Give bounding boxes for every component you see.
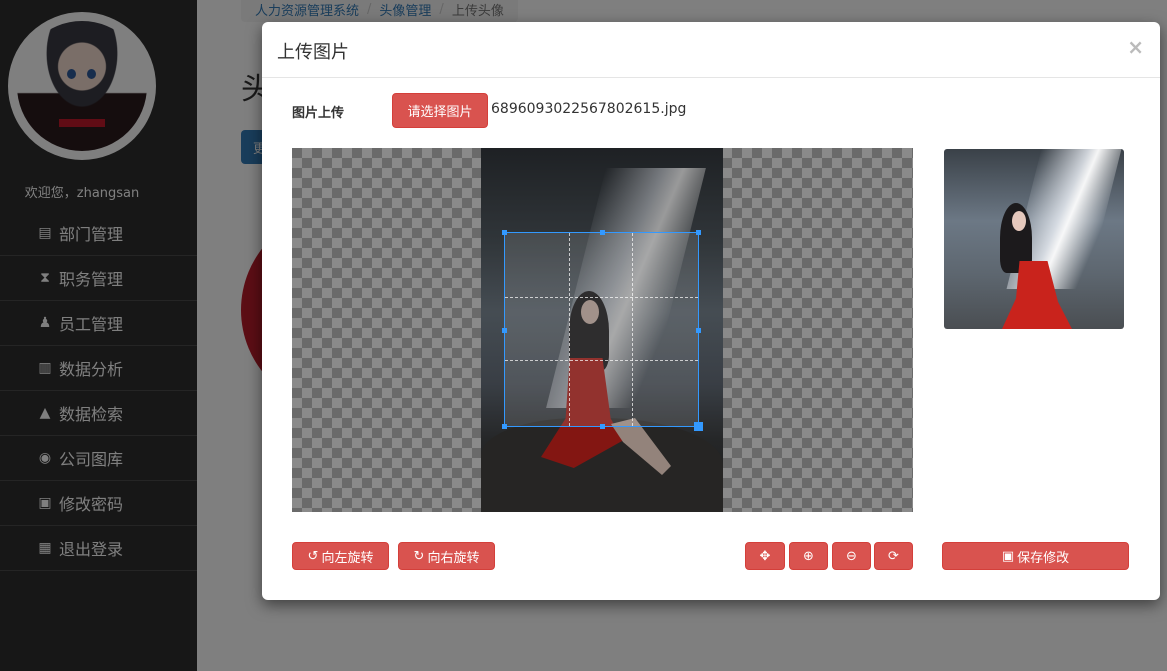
move-icon: ✥	[759, 548, 771, 564]
crop-handle[interactable]	[600, 424, 605, 429]
crop-handle[interactable]	[600, 230, 605, 235]
rotate-right-icon: ↻	[413, 548, 425, 564]
choose-image-button[interactable]: 请选择图片	[392, 93, 488, 128]
save-button[interactable]: ▣ 保存修改	[942, 542, 1129, 570]
reset-button[interactable]: ⟳	[874, 542, 913, 570]
refresh-icon: ⟳	[888, 548, 899, 564]
crop-handle[interactable]	[694, 422, 703, 431]
modal-title: 上传图片	[277, 42, 349, 63]
rotate-left-icon: ↺	[307, 548, 319, 564]
crop-handle[interactable]	[502, 424, 507, 429]
save-icon: ▣	[1001, 548, 1015, 564]
upload-modal: 上传图片 × 图片上传 请选择图片 6896093022567802615.jp…	[262, 22, 1160, 600]
close-icon[interactable]: ×	[1127, 35, 1144, 59]
zoom-out-icon: ⊖	[846, 548, 857, 564]
move-button[interactable]: ✥	[745, 542, 785, 570]
crop-preview	[944, 149, 1124, 329]
zoom-out-button[interactable]: ⊖	[832, 542, 871, 570]
zoom-in-button[interactable]: ⊕	[789, 542, 828, 570]
crop-box[interactable]	[502, 230, 703, 431]
image-cropper[interactable]	[292, 148, 913, 512]
file-name: 6896093022567802615.jpg	[491, 101, 687, 117]
upload-label: 图片上传	[292, 106, 345, 121]
crop-handle[interactable]	[696, 328, 701, 333]
rotate-left-button[interactable]: ↺ 向左旋转	[292, 542, 389, 570]
crop-handle[interactable]	[502, 230, 507, 235]
rotate-right-button[interactable]: ↻ 向右旋转	[398, 542, 495, 570]
modal-header: 上传图片 ×	[262, 22, 1160, 78]
crop-handle[interactable]	[696, 230, 701, 235]
zoom-in-icon: ⊕	[803, 548, 814, 564]
crop-handle[interactable]	[502, 328, 507, 333]
